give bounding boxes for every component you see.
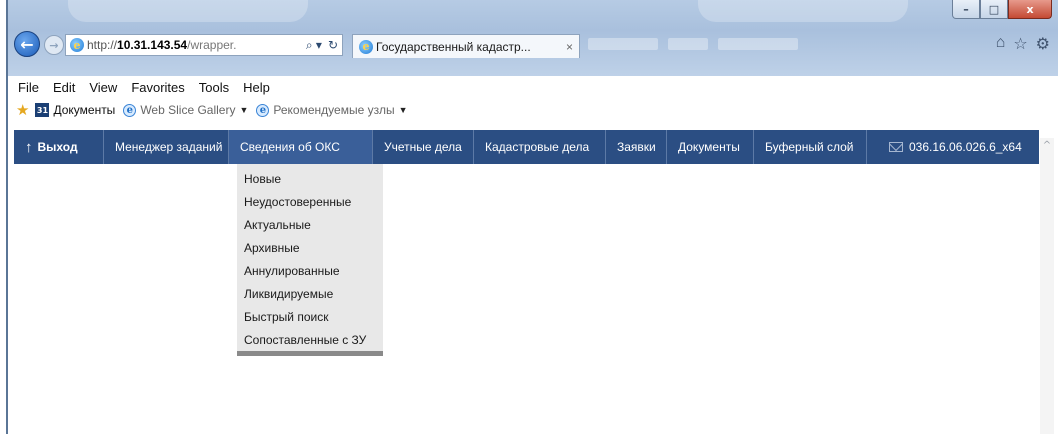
nav-label: Менеджер заданий [115, 140, 223, 154]
refresh-icon[interactable]: ↻ [328, 38, 338, 53]
vertical-scrollbar[interactable]: ^ [1040, 138, 1054, 434]
menu-view[interactable]: View [89, 80, 126, 95]
favorites-star-icon[interactable]: ★ [16, 101, 29, 119]
app-navigation: ↑ Выход Менеджер заданий Сведения об ОКС… [14, 130, 1039, 164]
dropdown-item-new[interactable]: Новые [237, 168, 383, 191]
title-glass-decoration [698, 0, 908, 22]
caret-down-icon: ▼ [398, 105, 408, 115]
nav-exit[interactable]: ↑ Выход [14, 130, 104, 164]
back-button[interactable]: ← [14, 31, 40, 57]
url-path: /wrapper. [187, 38, 237, 52]
url-host: 10.31.143.54 [117, 38, 188, 52]
search-dropdown-icon[interactable]: ⌕ ▾ [306, 38, 322, 53]
title-bar: – □ x ← → e http://10.31.143.54/wrapper.… [8, 0, 1058, 76]
ie-icon: e [123, 103, 137, 117]
menu-favorites[interactable]: Favorites [131, 80, 193, 95]
menu-edit[interactable]: Edit [53, 80, 84, 95]
url-scheme: http:// [87, 38, 118, 52]
background-tab[interactable] [718, 38, 798, 50]
exit-arrow-icon: ↑ [25, 138, 33, 156]
minimize-button[interactable]: – [952, 0, 980, 19]
fav-web-slice-gallery[interactable]: e Web Slice Gallery ▼ [123, 103, 248, 117]
fav-suggested-label: Рекомендуемые узлы [273, 103, 395, 117]
nav-buffer-layer[interactable]: Буферный слой [754, 130, 867, 164]
nav-label: 036.16.06.026.6_x64 [909, 140, 1022, 154]
favorites-star-icon[interactable]: ☆ [1013, 34, 1027, 54]
fav-documents[interactable]: 31 Документы [35, 103, 115, 117]
forward-button[interactable]: → [44, 35, 64, 55]
maximize-button[interactable]: □ [980, 0, 1008, 19]
scroll-up-icon[interactable]: ^ [1040, 138, 1054, 152]
mail-icon [889, 142, 903, 152]
navigation-row: ← → e http://10.31.143.54/wrapper. ⌕ ▾ ↻… [8, 28, 1058, 60]
tab-active[interactable]: e Государственный кадастр... × [352, 34, 580, 58]
favorites-bar: ★ 31 Документы e Web Slice Gallery ▼ e Р… [8, 98, 1058, 122]
nav-label: Кадастровые дела [485, 140, 590, 154]
browser-toolbar-icons: ⌂ ☆ ⚙ [996, 34, 1050, 54]
calendar-badge-icon: 31 [35, 103, 50, 117]
browser-window: – □ x ← → e http://10.31.143.54/wrapper.… [6, 0, 1058, 434]
nav-label: Учетные дела [384, 140, 462, 154]
nav-cadastral-files[interactable]: Кадастровые дела [474, 130, 606, 164]
dropdown-item-quick-search[interactable]: Быстрый поиск [237, 306, 383, 329]
dropdown-item-actual[interactable]: Актуальные [237, 214, 383, 237]
nav-label: Сведения об ОКС [240, 140, 340, 154]
nav-applications[interactable]: Заявки [606, 130, 667, 164]
tab-close-icon[interactable]: × [566, 40, 573, 54]
nav-accounting-files[interactable]: Учетные дела [373, 130, 474, 164]
close-window-button[interactable]: x [1008, 0, 1052, 19]
fav-documents-label: Документы [53, 103, 116, 117]
back-arrow-icon: ← [20, 34, 34, 54]
menu-tools[interactable]: Tools [199, 80, 238, 95]
background-tab[interactable] [668, 38, 708, 50]
nav-task-manager[interactable]: Менеджер заданий [104, 130, 229, 164]
dropdown-item-matched-land[interactable]: Сопоставленные с ЗУ [237, 329, 383, 352]
nav-user-messages[interactable]: 036.16.06.026.6_x64 [867, 130, 1033, 164]
nav-oks-info[interactable]: Сведения об ОКС [229, 130, 373, 164]
nav-label: Буферный слой [765, 140, 854, 154]
address-tools: ⌕ ▾ ↻ [306, 38, 342, 53]
ie-icon: e [256, 103, 270, 117]
address-bar[interactable]: e http://10.31.143.54/wrapper. ⌕ ▾ ↻ [65, 34, 343, 56]
dropdown-item-archived[interactable]: Архивные [237, 237, 383, 260]
home-icon[interactable]: ⌂ [996, 34, 1006, 54]
tab-ie-icon: e [359, 39, 373, 54]
settings-gear-icon[interactable]: ⚙ [1036, 34, 1050, 54]
menu-help[interactable]: Help [243, 80, 279, 95]
caret-down-icon: ▼ [239, 105, 249, 115]
window-controls: – □ x [952, 0, 1052, 19]
forward-arrow-icon: → [49, 38, 59, 52]
nav-exit-label: Выход [37, 140, 78, 154]
fav-web-slice-label: Web Slice Gallery [140, 103, 236, 117]
ie-page-icon: e [70, 38, 84, 52]
dropdown-item-unverified[interactable]: Неудостоверенные [237, 191, 383, 214]
oks-info-dropdown: Новые Неудостоверенные Актуальные Архивн… [237, 164, 383, 356]
page-content: ↑ Выход Менеджер заданий Сведения об ОКС… [8, 124, 1054, 434]
background-tab[interactable] [588, 38, 658, 50]
menu-file[interactable]: File [18, 80, 48, 95]
nav-label: Документы [678, 140, 740, 154]
dropdown-item-annulled[interactable]: Аннулированные [237, 260, 383, 283]
title-glass-decoration [68, 0, 308, 22]
tab-title: Государственный кадастр... [376, 39, 531, 54]
fav-suggested-sites[interactable]: e Рекомендуемые узлы ▼ [256, 103, 408, 117]
nav-label: Заявки [617, 140, 656, 154]
dropdown-item-liquidating[interactable]: Ликвидируемые [237, 283, 383, 306]
nav-documents[interactable]: Документы [667, 130, 754, 164]
menu-bar: File Edit View Favorites Tools Help [8, 76, 1058, 98]
